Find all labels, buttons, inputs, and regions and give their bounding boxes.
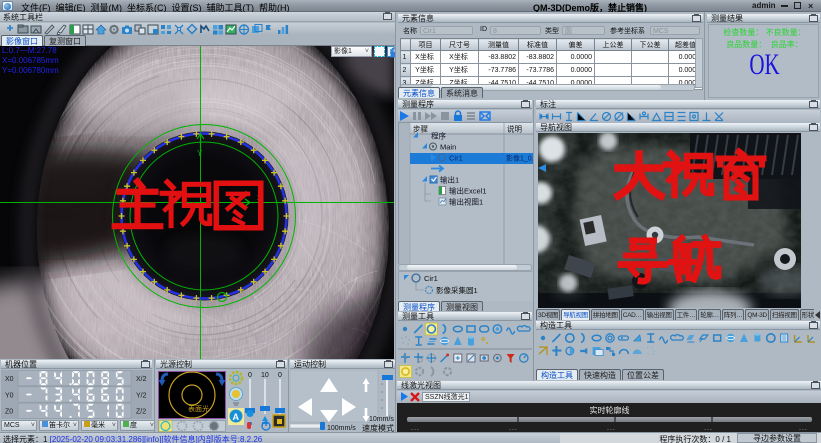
svg-text:0: 0 bbox=[278, 372, 282, 379]
svg-text:输出Excel1: 输出Excel1 bbox=[449, 186, 487, 196]
svg-text:100mm/s: 100mm/s bbox=[327, 425, 356, 432]
svg-text:Z0: Z0 bbox=[5, 409, 13, 416]
svg-text:输出视图1: 输出视图1 bbox=[449, 197, 483, 207]
svg-text:Y0: Y0 bbox=[5, 392, 14, 399]
svg-text:10: 10 bbox=[261, 372, 269, 379]
svg-text:说明: 说明 bbox=[507, 124, 522, 134]
svg-text:X0: X0 bbox=[5, 376, 14, 383]
svg-text:Y: Y bbox=[197, 149, 203, 158]
svg-text:0: 0 bbox=[248, 372, 252, 379]
svg-text:X/2: X/2 bbox=[136, 376, 147, 383]
svg-text:10mm/s: 10mm/s bbox=[369, 416, 394, 423]
svg-text:Main: Main bbox=[440, 143, 456, 152]
svg-text:Cir1: Cir1 bbox=[424, 274, 438, 283]
svg-text:步骤: 步骤 bbox=[413, 125, 428, 134]
svg-text:Y/2: Y/2 bbox=[136, 392, 147, 399]
svg-text:Z/2: Z/2 bbox=[136, 409, 146, 416]
svg-text:表面光: 表面光 bbox=[188, 404, 209, 413]
svg-text:影像1_0.7: 影像1_0.7 bbox=[506, 154, 533, 163]
svg-text:输出1: 输出1 bbox=[440, 175, 459, 185]
svg-text:A: A bbox=[233, 412, 240, 422]
svg-text:Cir1: Cir1 bbox=[449, 154, 463, 163]
svg-text:影像采集圆1: 影像采集圆1 bbox=[436, 285, 478, 295]
svg-text:程序: 程序 bbox=[431, 131, 446, 141]
